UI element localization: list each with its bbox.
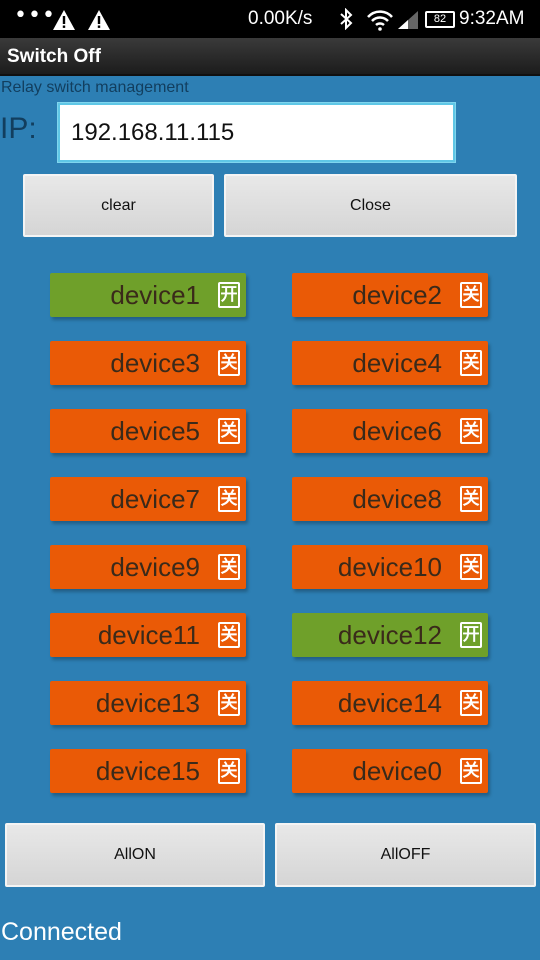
switch-off-icon: 关 — [460, 486, 482, 512]
device-label: device11 — [97, 620, 200, 650]
device-button[interactable]: device5 关 — [50, 409, 246, 453]
battery-level: 82 — [433, 13, 447, 25]
device-label: device5 — [110, 416, 200, 446]
all-on-button[interactable]: AllON — [5, 823, 265, 887]
device-button[interactable]: device15 关 — [50, 749, 246, 793]
device-button[interactable]: device4 关 — [292, 341, 488, 385]
device-button[interactable]: device8 关 — [292, 477, 488, 521]
wifi-icon — [367, 10, 393, 31]
switch-on-icon: 开 — [460, 622, 482, 648]
device-label: device8 — [352, 484, 442, 514]
device-button[interactable]: device9 关 — [50, 545, 246, 589]
clear-button[interactable]: clear — [23, 174, 214, 237]
close-button[interactable]: Close — [224, 174, 517, 237]
device-label: device7 — [110, 484, 200, 514]
title-bar: Switch Off — [0, 38, 540, 76]
ip-label: IP: — [0, 112, 37, 145]
device-label: device1 — [110, 280, 200, 310]
warning-icon — [53, 10, 75, 30]
device-button[interactable]: device2 关 — [292, 273, 488, 317]
network-speed: 0.00K/s — [248, 8, 313, 29]
more-dots-icon: ••• — [14, 3, 56, 28]
device-button[interactable]: device10 关 — [292, 545, 488, 589]
signal-icon — [398, 11, 418, 29]
subtitle: Relay switch management — [1, 79, 189, 96]
device-label: device13 — [95, 688, 200, 718]
device-button[interactable]: device6 关 — [292, 409, 488, 453]
device-label: device9 — [110, 552, 200, 582]
clock: 9:32AM — [459, 8, 525, 29]
device-label: device0 — [352, 756, 442, 786]
switch-off-icon: 关 — [218, 690, 240, 716]
device-label: device4 — [352, 348, 442, 378]
device-button[interactable]: device13 关 — [50, 681, 246, 725]
device-label: device15 — [95, 756, 200, 786]
switch-off-icon: 关 — [218, 554, 240, 580]
app-title: Switch Off — [7, 46, 101, 67]
device-button[interactable]: device12 开 — [292, 613, 488, 657]
switch-off-icon: 关 — [460, 350, 482, 376]
device-button[interactable]: device11 关 — [50, 613, 246, 657]
switch-off-icon: 关 — [218, 622, 240, 648]
device-label: device6 — [352, 416, 442, 446]
device-label: device3 — [110, 348, 200, 378]
status-bar: ••• 0.00K/s 82 9:32AM — [0, 0, 540, 38]
switch-off-icon: 关 — [218, 486, 240, 512]
switch-off-icon: 关 — [460, 758, 482, 784]
switch-off-icon: 关 — [460, 690, 482, 716]
ip-input[interactable] — [58, 103, 455, 162]
device-button[interactable]: device3 关 — [50, 341, 246, 385]
device-label: device10 — [337, 552, 442, 582]
switch-off-icon: 关 — [218, 418, 240, 444]
switch-off-icon: 关 — [460, 282, 482, 308]
all-off-button[interactable]: AllOFF — [275, 823, 536, 887]
bluetooth-icon — [340, 8, 353, 30]
device-button[interactable]: device1 开 — [50, 273, 246, 317]
warning-icon — [88, 10, 110, 30]
device-label: device12 — [337, 620, 442, 650]
switch-on-icon: 开 — [218, 282, 240, 308]
device-label: device14 — [337, 688, 442, 718]
device-label: device2 — [352, 280, 442, 310]
device-button[interactable]: device7 关 — [50, 477, 246, 521]
connection-status: Connected — [1, 918, 122, 946]
battery-icon: 82 — [425, 11, 455, 28]
switch-off-icon: 关 — [218, 350, 240, 376]
switch-off-icon: 关 — [218, 758, 240, 784]
switch-off-icon: 关 — [460, 418, 482, 444]
device-button[interactable]: device14 关 — [292, 681, 488, 725]
device-button[interactable]: device0 关 — [292, 749, 488, 793]
switch-off-icon: 关 — [460, 554, 482, 580]
